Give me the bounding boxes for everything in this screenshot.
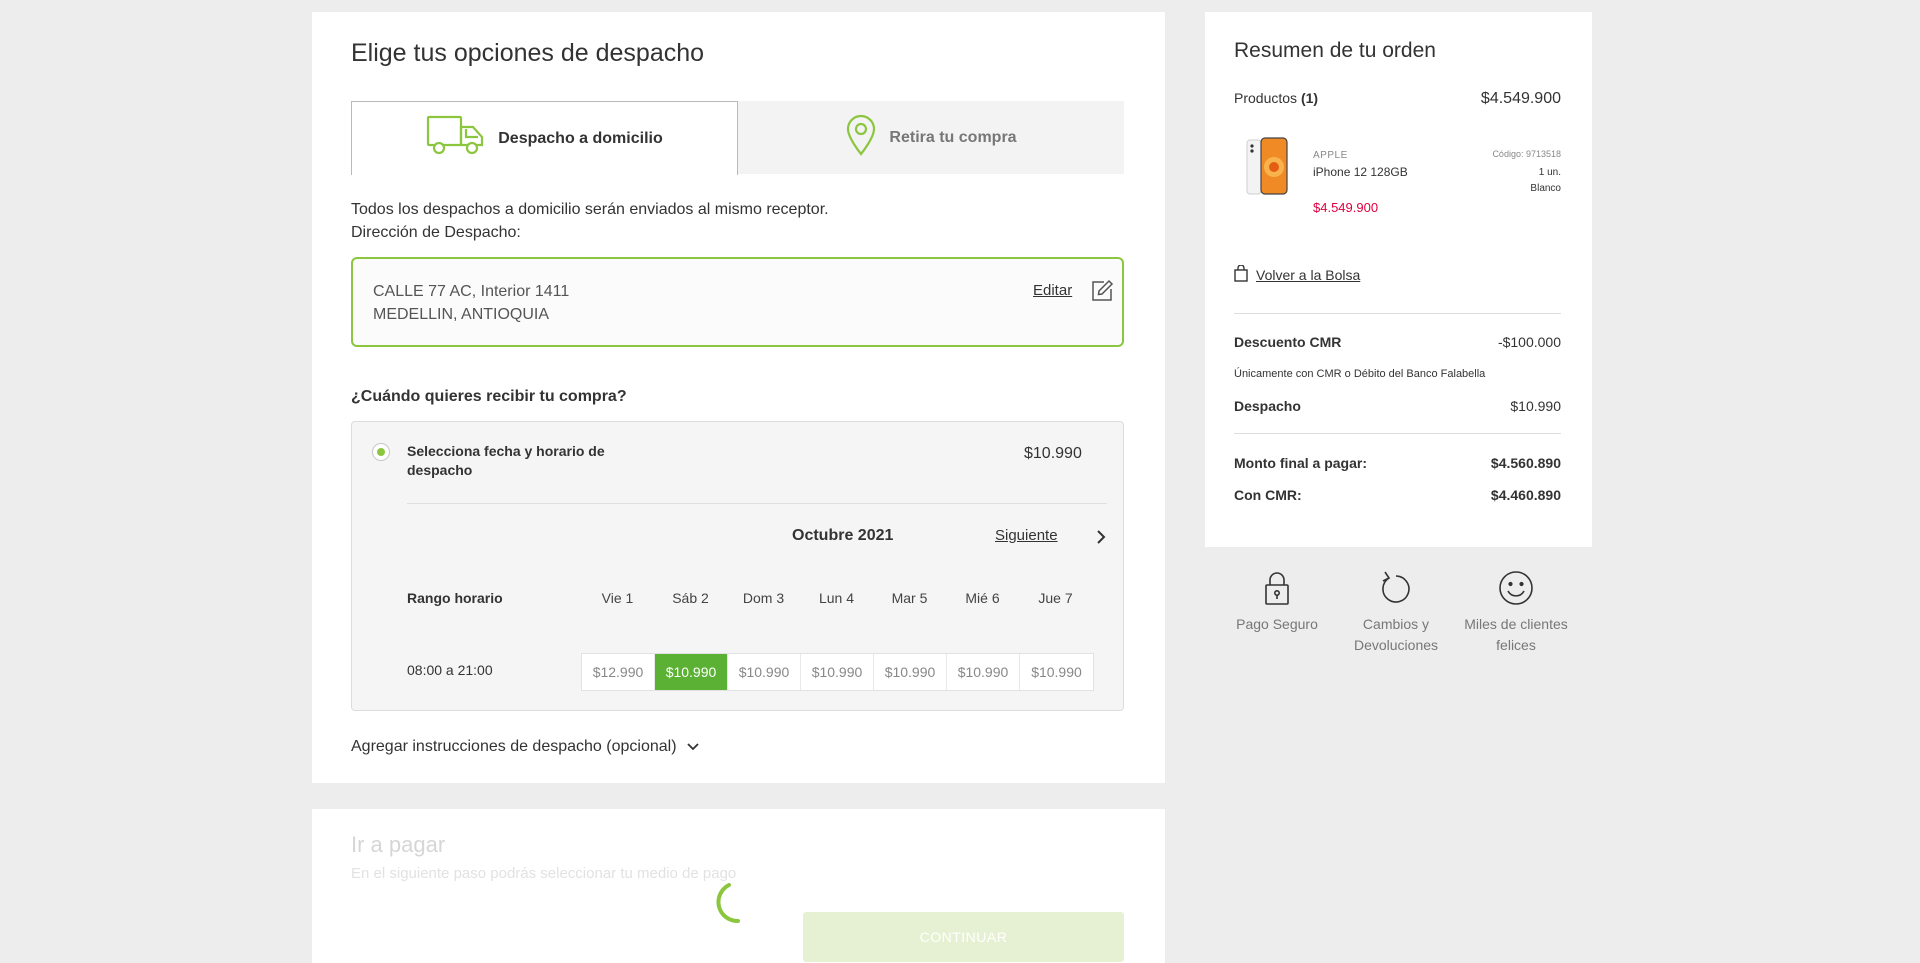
delivery-option-label: Selecciona fecha y horario de despacho <box>407 443 605 478</box>
address-heading: Dirección de Despacho: <box>351 224 521 241</box>
continue-button[interactable]: CONTINUAR <box>803 912 1124 962</box>
final-amount-value: $4.560.890 <box>1490 455 1561 471</box>
truck-icon <box>426 115 486 162</box>
discount-value: -$100.000 <box>1497 334 1561 350</box>
product-price: $4.549.900 <box>1313 200 1379 215</box>
payment-panel: Ir a pagar En el siguiente paso podrás s… <box>312 809 1165 963</box>
add-instructions-label: Agregar instrucciones de despacho (opcio… <box>351 738 677 755</box>
time-slot-row: $12.990 $10.990 $10.990 $10.990 $10.990 … <box>581 653 1094 691</box>
discount-row: Descuento CMR -$100.000 <box>1234 334 1561 350</box>
discount-note: Únicamente con CMR o Débito del Banco Fa… <box>1234 368 1486 380</box>
divider <box>1234 313 1561 314</box>
address-line-2: MEDELLIN, ANTIOQUIA <box>373 306 550 323</box>
calendar-month: Octubre 2021 <box>792 527 894 544</box>
final-amount-row: Monto final a pagar: $4.560.890 <box>1234 455 1561 471</box>
day-header: Mié 6 <box>965 590 1000 606</box>
info-text: Todos los despachos a domicilio serán en… <box>351 201 829 218</box>
discount-label: Descuento CMR <box>1234 334 1342 350</box>
feature-label: Pago Seguro <box>1236 616 1318 632</box>
day-header: Vie 1 <box>601 590 634 606</box>
add-instructions-toggle[interactable]: Agregar instrucciones de despacho (opcio… <box>351 738 699 756</box>
product-color: Blanco <box>1530 183 1561 194</box>
payment-title: Ir a pagar <box>351 832 446 857</box>
summary-title: Resumen de tu orden <box>1234 39 1436 62</box>
products-label: Productos <box>1234 90 1298 106</box>
time-slot[interactable]: $10.990 <box>947 654 1020 690</box>
tab-store-pickup-label: Retira tu compra <box>889 128 1017 146</box>
product-code: Código: 9713518 <box>1492 149 1561 159</box>
product-brand: APPLE <box>1313 150 1348 161</box>
delivery-option-radio[interactable] <box>372 443 390 461</box>
delivery-option-price: $10.990 <box>1024 445 1082 462</box>
day-header: Mar 5 <box>891 590 928 606</box>
when-title: ¿Cuándo quieres recibir tu compra? <box>351 388 627 405</box>
time-range-header: Rango horario <box>407 590 503 606</box>
return-arrow-icon <box>1336 570 1456 606</box>
tab-home-delivery-label: Despacho a domicilio <box>498 129 663 147</box>
day-header: Lun 4 <box>818 590 855 606</box>
time-slot[interactable]: $10.990 <box>874 654 947 690</box>
products-total: $4.549.900 <box>1480 90 1561 107</box>
feature-returns: Cambios y Devoluciones <box>1336 570 1456 656</box>
location-pin-icon <box>845 114 877 161</box>
product-image <box>1246 137 1291 197</box>
divider <box>1234 433 1561 434</box>
feature-happy-clients: Miles de clientes felices <box>1456 570 1576 656</box>
final-amount-label: Monto final a pagar: <box>1234 455 1367 471</box>
divider <box>407 503 1107 504</box>
payment-subtitle: En el siguiente paso podrás seleccionar … <box>351 865 737 882</box>
tab-store-pickup[interactable]: Retira tu compra <box>738 101 1124 174</box>
day-header: Dom 3 <box>742 590 785 606</box>
product-name: iPhone 12 128GB <box>1313 165 1408 179</box>
shipping-row: Despacho $10.990 <box>1234 398 1561 414</box>
shipping-panel: Elige tus opciones de despacho Despacho … <box>312 12 1165 783</box>
time-slot[interactable]: $10.990 <box>1020 654 1093 690</box>
products-count: (1) <box>1300 90 1319 106</box>
cmr-amount-value: $4.460.890 <box>1490 487 1561 503</box>
chevron-down-icon <box>686 738 699 756</box>
smiley-icon <box>1456 570 1576 606</box>
delivery-tabs: Despacho a domicilio Retira tu compra <box>351 101 1124 175</box>
time-slot-selected[interactable]: $10.990 <box>655 654 728 690</box>
shipping-label: Despacho <box>1234 398 1301 414</box>
tab-home-delivery[interactable]: Despacho a domicilio <box>351 101 738 175</box>
product-quantity: 1 un. <box>1538 167 1561 178</box>
back-to-bag-link[interactable]: Volver a la Bolsa <box>1234 264 1361 285</box>
time-slot[interactable]: $10.990 <box>801 654 874 690</box>
time-slot[interactable]: $12.990 <box>582 654 655 690</box>
feature-label: Miles de clientes felices <box>1464 616 1568 653</box>
next-month-link[interactable]: Siguiente <box>995 527 1058 544</box>
shopping-bag-icon <box>1234 264 1248 285</box>
products-row: Productos (1) $4.549.900 <box>1234 90 1561 108</box>
time-range-value: 08:00 a 21:00 <box>407 662 493 678</box>
loading-spinner-icon <box>715 879 761 930</box>
address-card: CALLE 77 AC, Interior 1411 MEDELLIN, ANT… <box>351 257 1124 347</box>
chevron-right-icon[interactable] <box>1096 530 1106 549</box>
edit-icon[interactable] <box>1090 279 1114 308</box>
shipping-value: $10.990 <box>1510 398 1561 414</box>
cmr-amount-label: Con CMR: <box>1234 487 1302 503</box>
edit-address-link[interactable]: Editar <box>1033 282 1072 299</box>
order-summary-panel: Resumen de tu orden Productos (1) $4.549… <box>1205 12 1592 547</box>
delivery-option-card: Selecciona fecha y horario de despacho $… <box>351 421 1124 711</box>
feature-secure-payment: Pago Seguro <box>1217 570 1337 635</box>
cmr-amount-row: Con CMR: $4.460.890 <box>1234 487 1561 503</box>
back-to-bag-label: Volver a la Bolsa <box>1256 267 1361 283</box>
feature-label: Cambios y Devoluciones <box>1353 616 1439 653</box>
page-title: Elige tus opciones de despacho <box>351 39 705 67</box>
day-header: Sáb 2 <box>672 590 709 606</box>
day-header: Jue 7 <box>1038 590 1073 606</box>
time-slot[interactable]: $10.990 <box>728 654 801 690</box>
address-line-1: CALLE 77 AC, Interior 1411 <box>373 283 570 300</box>
lock-icon <box>1217 570 1337 606</box>
